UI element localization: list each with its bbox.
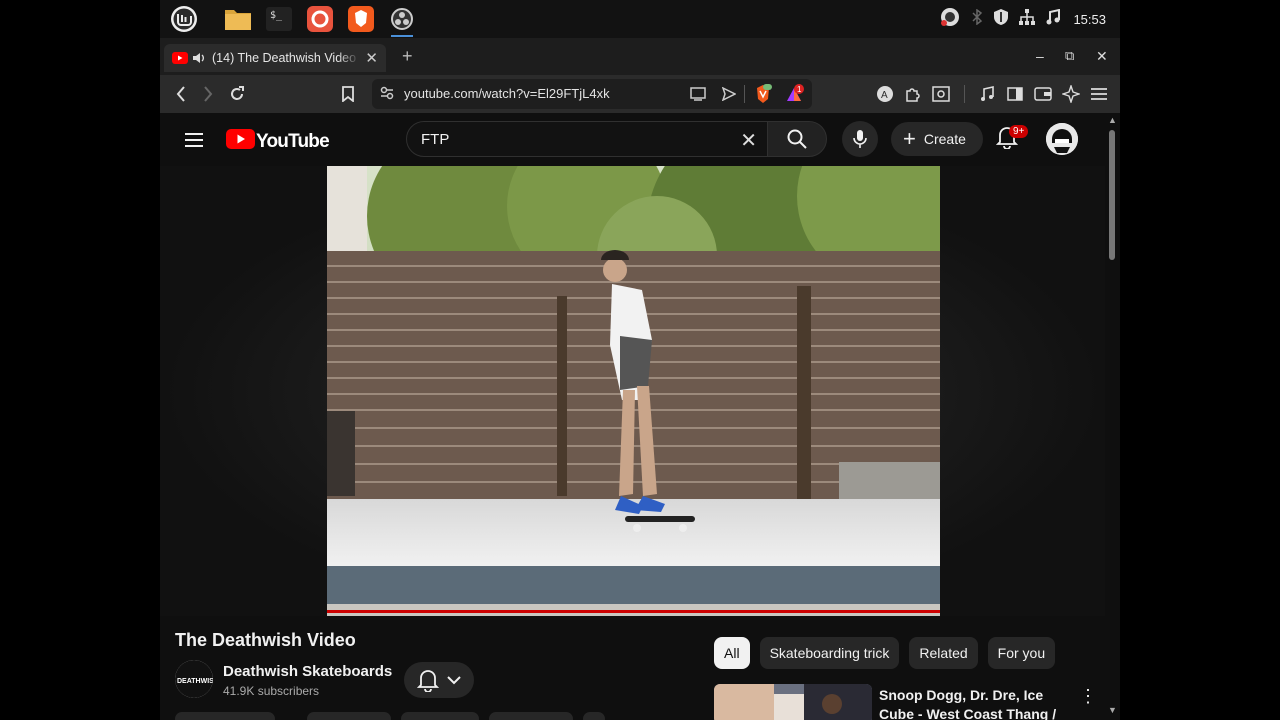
sidebar-icon[interactable] xyxy=(1005,84,1025,104)
scroll-up-icon[interactable]: ▲ xyxy=(1108,115,1117,125)
send-icon[interactable] xyxy=(721,86,737,106)
brave-shields-icon[interactable] xyxy=(754,84,772,109)
bluetooth-icon[interactable] xyxy=(971,8,983,30)
brave-rewards-icon[interactable]: 1 xyxy=(784,84,804,109)
music-tray-icon[interactable] xyxy=(1045,8,1061,30)
svg-text:A: A xyxy=(881,90,888,101)
video-frame[interactable] xyxy=(327,166,940,616)
subscribed-notifications-button[interactable] xyxy=(404,662,474,698)
youtube-logo-icon[interactable] xyxy=(226,129,255,154)
share-button[interactable] xyxy=(307,712,391,720)
recording-tray-icon[interactable] xyxy=(939,6,961,33)
notification-badge: 9+ xyxy=(1009,125,1029,138)
cast-icon[interactable] xyxy=(690,87,706,106)
search-button[interactable] xyxy=(767,121,827,157)
save-button[interactable] xyxy=(401,712,479,720)
media-icon[interactable] xyxy=(977,84,997,104)
filter-chips: All Skateboarding trick Related For you xyxy=(714,637,1056,669)
chip-all[interactable]: All xyxy=(714,637,750,669)
bell-icon xyxy=(417,670,439,692)
chevron-down-icon xyxy=(447,676,461,685)
video-player[interactable] xyxy=(160,166,1105,616)
search-value: FTP xyxy=(421,131,450,148)
plus-icon: + xyxy=(903,126,916,151)
chip-related[interactable]: Related xyxy=(909,637,978,669)
voice-search-button[interactable] xyxy=(842,121,878,157)
create-button[interactable]: + Create xyxy=(891,122,983,156)
files-icon[interactable] xyxy=(221,2,255,36)
audio-playing-icon[interactable] xyxy=(192,52,206,64)
scroll-down-icon[interactable]: ▼ xyxy=(1108,705,1117,715)
browser-toolbar: youtube.com/watch?v=El29FTjL4xk 1 A xyxy=(160,75,1120,113)
account-avatar[interactable] xyxy=(1046,123,1078,155)
chip-for-you[interactable]: For you xyxy=(987,637,1056,669)
taskbar: $_ 15:53 xyxy=(160,0,1120,38)
clear-search-icon[interactable]: ✕ xyxy=(740,128,757,153)
tab-close-icon[interactable]: ✕ xyxy=(365,49,378,67)
recommendation-title[interactable]: Snoop Dogg, Dr. Dre, Ice Cube - West Coa… xyxy=(879,686,1059,720)
network-icon[interactable] xyxy=(1019,8,1036,30)
recommendation-thumbnail[interactable] xyxy=(714,684,872,720)
divider xyxy=(964,85,965,103)
back-icon[interactable] xyxy=(171,84,191,104)
svg-text:$_: $_ xyxy=(270,10,283,21)
close-window-button[interactable]: ✕ xyxy=(1096,48,1108,65)
brave-icon[interactable] xyxy=(344,2,378,36)
firefox-icon[interactable] xyxy=(303,2,337,36)
screen: $_ 15:53 (14) The Deathwish Video ✕ + – … xyxy=(160,0,1120,720)
more-actions-button[interactable] xyxy=(583,712,605,720)
translate-icon[interactable]: A xyxy=(875,84,895,104)
more-vert-icon[interactable]: ⋮ xyxy=(1079,686,1097,707)
minimize-button[interactable]: – xyxy=(1036,48,1044,64)
guide-menu-icon[interactable] xyxy=(184,132,204,153)
subscriber-count: 41.9K subscribers xyxy=(223,684,320,698)
tab-title: (14) The Deathwish Video - YouTube xyxy=(212,51,360,65)
clock[interactable]: 15:53 xyxy=(1073,12,1106,27)
youtube-header: YouTube FTP ✕ + Create 9+ xyxy=(160,113,1120,166)
chip-skateboarding-trick[interactable]: Skateboarding trick xyxy=(759,637,900,669)
restore-button[interactable]: ⧉ xyxy=(1065,48,1074,64)
mint-menu-icon[interactable] xyxy=(167,2,201,36)
bookmark-icon[interactable] xyxy=(338,84,358,104)
clip-button[interactable] xyxy=(489,712,573,720)
browser-tab[interactable]: (14) The Deathwish Video - YouTube ✕ xyxy=(164,44,386,72)
leo-ai-icon[interactable] xyxy=(1061,84,1081,104)
site-settings-icon[interactable] xyxy=(380,86,394,105)
youtube-logo-text[interactable]: YouTube xyxy=(256,131,330,153)
screenshot-icon[interactable] xyxy=(931,84,951,104)
progress-bar[interactable] xyxy=(327,610,940,613)
new-tab-button[interactable]: + xyxy=(402,46,413,67)
microphone-icon xyxy=(853,130,867,148)
svg-text:DEATHWISH: DEATHWISH xyxy=(177,678,213,685)
shield-tray-icon[interactable] xyxy=(993,8,1009,31)
channel-name[interactable]: Deathwish Skateboards xyxy=(223,663,392,680)
reload-icon[interactable] xyxy=(227,84,247,104)
like-dislike-button[interactable] xyxy=(175,712,275,720)
channel-avatar[interactable]: DEATHWISH xyxy=(175,660,213,698)
search-input[interactable]: FTP ✕ xyxy=(406,121,768,157)
video-still-image xyxy=(327,166,940,616)
scrollbar-thumb[interactable] xyxy=(1109,130,1115,260)
wallet-icon[interactable] xyxy=(1033,84,1053,104)
url-text: youtube.com/watch?v=El29FTjL4xk xyxy=(404,86,610,101)
tab-strip: (14) The Deathwish Video - YouTube ✕ + –… xyxy=(160,38,1120,75)
extensions-icon[interactable] xyxy=(903,84,923,104)
create-label: Create xyxy=(923,131,966,147)
menu-icon[interactable] xyxy=(1089,84,1109,104)
page-scrollbar[interactable]: ▲ ▼ xyxy=(1105,113,1120,720)
divider xyxy=(744,85,745,103)
video-actions-row xyxy=(175,712,605,720)
forward-icon[interactable] xyxy=(198,84,218,104)
svg-text:1: 1 xyxy=(797,85,802,94)
video-title: The Deathwish Video xyxy=(175,630,356,650)
obs-icon[interactable] xyxy=(385,2,419,37)
search-icon xyxy=(787,129,807,149)
address-bar[interactable]: youtube.com/watch?v=El29FTjL4xk 1 xyxy=(372,79,812,109)
terminal-icon[interactable]: $_ xyxy=(262,2,296,36)
youtube-favicon-icon xyxy=(172,52,188,64)
